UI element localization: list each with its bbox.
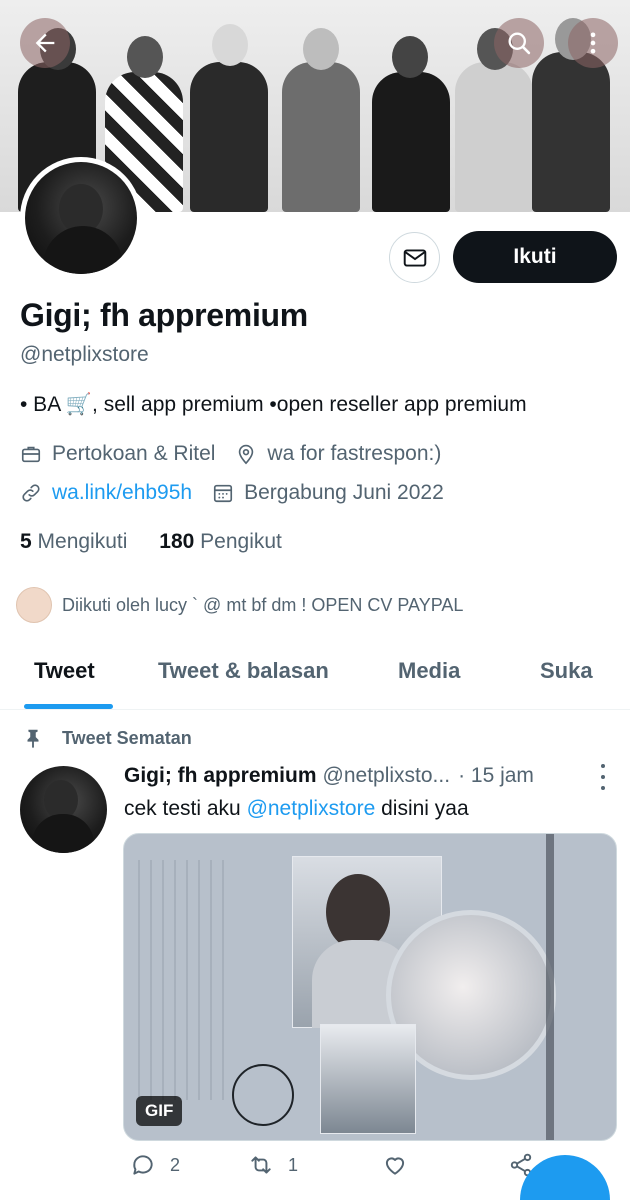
- media-vertical-bar: [546, 834, 554, 1140]
- profile-joined: Bergabung Juni 2022: [244, 481, 444, 504]
- banner-figure-head: [212, 24, 248, 66]
- tab-media[interactable]: Media: [398, 658, 460, 684]
- tweet-author-name[interactable]: Gigi; fh appremium: [124, 764, 317, 788]
- gif-badge: GIF: [136, 1096, 183, 1126]
- tweet-media-gif[interactable]: GIF: [123, 833, 617, 1141]
- profile-meta-row-1: Pertokoan & Ritel wa for fastrespon:): [20, 442, 441, 466]
- calendar-icon: [212, 482, 234, 504]
- following-count: 5: [20, 530, 32, 553]
- following-label: Mengikuti: [37, 530, 128, 553]
- profile-handle: @netplixstore: [20, 343, 149, 366]
- briefcase-icon: [20, 443, 42, 465]
- followed-by-text: Diikuti oleh lucy ` @ mt bf dm ! OPEN CV…: [62, 594, 464, 615]
- tweet-author-avatar[interactable]: [20, 766, 107, 853]
- tab-likes[interactable]: Suka: [540, 658, 593, 684]
- message-button[interactable]: [389, 232, 440, 283]
- profile-name: Gigi; fh appremium: [20, 297, 308, 333]
- heart-icon: [382, 1152, 408, 1178]
- followers-count: 180: [159, 530, 195, 553]
- more-options-button[interactable]: [568, 18, 618, 68]
- profile-tabs: Tweet Tweet & balasan Media Suka: [0, 640, 630, 710]
- back-button[interactable]: [20, 18, 70, 68]
- avatar-figure-body: [32, 814, 94, 853]
- follow-counts: 5 Mengikuti 180 Pengikut: [20, 530, 282, 554]
- banner-figure-head: [127, 36, 163, 78]
- search-button[interactable]: [494, 18, 544, 68]
- followers-link[interactable]: 180 Pengikut: [159, 530, 282, 553]
- banner-figure: [282, 62, 360, 212]
- pin-icon: [22, 727, 44, 749]
- profile-avatar[interactable]: [20, 157, 142, 279]
- reply-icon: [130, 1152, 156, 1178]
- retweet-count: 1: [288, 1154, 299, 1175]
- link-icon: [20, 482, 42, 504]
- tweet-text-suffix: disini yaa: [375, 797, 469, 820]
- more-vertical-icon: [590, 32, 596, 54]
- media-text-panel: [138, 860, 230, 1100]
- tweet-text: cek testi aku @netplixstore disini yaa: [124, 797, 469, 821]
- followers-label: Pengikut: [200, 530, 282, 553]
- reply-count: 2: [170, 1154, 181, 1175]
- follow-button[interactable]: Ikuti: [453, 231, 617, 283]
- banner-figure-head: [303, 28, 339, 70]
- search-icon: [508, 32, 531, 55]
- profile-bio: • BA 🛒, sell app premium •open reseller …: [20, 393, 527, 416]
- profile-link[interactable]: wa.link/ehb95h: [52, 481, 192, 505]
- tweet-mention[interactable]: @netplixstore: [247, 797, 376, 820]
- reply-button[interactable]: 2: [130, 1152, 180, 1178]
- banner-figure-head: [392, 36, 428, 78]
- tweet-text-prefix: cek testi aku: [124, 797, 247, 820]
- profile-category: Pertokoan & Ritel: [52, 442, 216, 465]
- banner-figure: [372, 72, 450, 212]
- profile-meta-row-2: wa.link/ehb95h Bergabung Juni 2022: [20, 481, 444, 505]
- following-link[interactable]: 5 Mengikuti: [20, 530, 127, 553]
- follower-avatar: [16, 587, 52, 623]
- media-photo-main-figure: [326, 874, 390, 950]
- pinned-label: Tweet Sematan: [62, 727, 192, 748]
- banner-figure: [190, 62, 268, 212]
- profile-location: wa for fastrespon:): [267, 442, 442, 465]
- banner-figure: [455, 62, 533, 212]
- envelope-icon: [403, 248, 426, 267]
- location-pin-icon: [235, 443, 257, 465]
- banner-figure: [532, 52, 610, 212]
- tweet-more-icon[interactable]: [597, 764, 609, 790]
- like-button[interactable]: [382, 1152, 422, 1178]
- tweet-author-handle[interactable]: @netplixsto...: [323, 764, 451, 788]
- avatar-figure-body: [43, 226, 123, 274]
- followed-by-row[interactable]: Diikuti oleh lucy ` @ mt bf dm ! OPEN CV…: [16, 587, 463, 623]
- retweet-icon: [248, 1152, 274, 1178]
- arrow-left-icon: [35, 33, 55, 53]
- media-logo-stamp: [232, 1064, 294, 1126]
- tweet-actions: 2 1: [124, 1152, 544, 1192]
- retweet-button[interactable]: 1: [248, 1152, 298, 1178]
- pinned-label-row: Tweet Sematan: [22, 727, 192, 749]
- active-tab-indicator: [24, 704, 113, 709]
- tab-tweet[interactable]: Tweet: [34, 658, 95, 684]
- tweet-time[interactable]: · 15 jam: [458, 764, 534, 788]
- tab-tweet-replies[interactable]: Tweet & balasan: [158, 658, 329, 684]
- tweet-header: Gigi; fh appremium @netplixsto... · 15 j…: [124, 764, 534, 788]
- media-photo-small: [320, 1024, 416, 1134]
